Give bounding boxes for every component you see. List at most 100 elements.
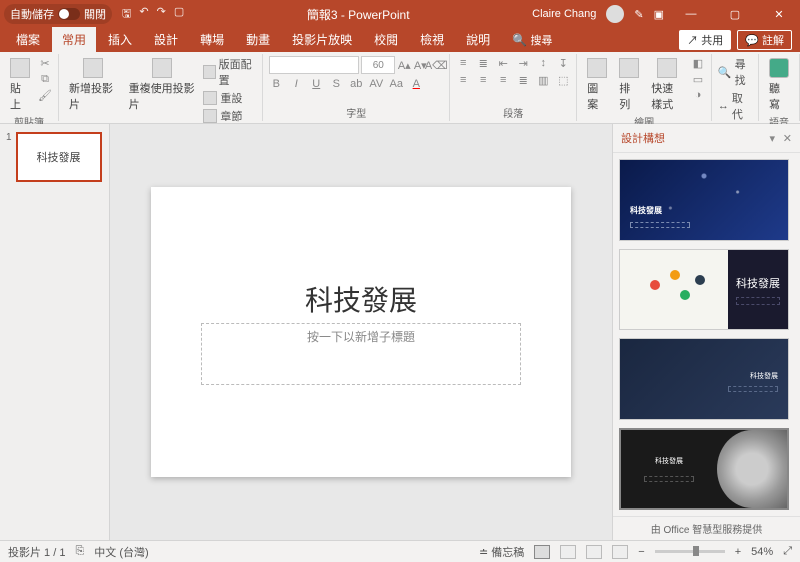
clear-format-icon[interactable]: A⌫ xyxy=(429,58,443,72)
columns-icon[interactable]: ▥ xyxy=(536,73,550,87)
fit-window-icon[interactable]: ⤢ xyxy=(783,545,792,558)
slide-thumbnail[interactable]: 科技發展 xyxy=(16,132,102,182)
autosave-toggle[interactable]: 自動儲存 關閉 xyxy=(4,4,112,24)
design-idea-card[interactable]: 科技發展 xyxy=(619,249,789,331)
reuse-slide-button[interactable]: 重複使用投影片 xyxy=(125,56,200,114)
slide[interactable]: 科技發展 按一下以新增子標題 xyxy=(151,187,571,477)
zoom-out-icon[interactable]: − xyxy=(638,546,644,558)
line-spacing-icon[interactable]: ↕ xyxy=(536,56,550,70)
bullets-icon[interactable]: ≡ xyxy=(456,56,470,70)
reading-view-icon[interactable] xyxy=(586,545,602,559)
shapes-button[interactable]: 圖案 xyxy=(583,56,611,114)
font-size-select[interactable] xyxy=(361,56,395,74)
group-font: A▴ A▾ A⌫ B I U S ab AV Aa A 字型 xyxy=(263,54,450,121)
numbering-icon[interactable]: ≣ xyxy=(476,56,490,70)
share-button[interactable]: ↗ 共用 xyxy=(679,30,731,50)
quickstyle-button[interactable]: 快速樣式 xyxy=(647,56,687,114)
copy-icon[interactable]: ⧉ xyxy=(38,72,52,86)
notes-button[interactable]: ≐ 備忘稿 xyxy=(479,544,524,560)
slideshow-view-icon[interactable] xyxy=(612,545,628,559)
tab-design[interactable]: 設計 xyxy=(144,27,188,52)
font-color-icon[interactable]: A xyxy=(409,77,423,91)
tab-insert[interactable]: 插入 xyxy=(98,27,142,52)
zoom-in-icon[interactable]: + xyxy=(735,546,741,558)
reuse-slide-icon xyxy=(152,58,172,78)
highlight-icon[interactable]: Aa xyxy=(389,77,403,91)
align-right-icon[interactable]: ≡ xyxy=(496,73,510,87)
spacing-icon[interactable]: AV xyxy=(369,77,383,91)
bold-icon[interactable]: B xyxy=(269,77,283,91)
sorter-view-icon[interactable] xyxy=(560,545,576,559)
autosave-state: 關閉 xyxy=(84,6,106,22)
indent-increase-icon[interactable]: ⇥ xyxy=(516,56,530,70)
avatar[interactable] xyxy=(606,5,624,23)
coming-soon-icon[interactable]: ✎ xyxy=(634,8,643,21)
maximize-icon[interactable]: ▢ xyxy=(718,8,752,21)
underline-icon[interactable]: U xyxy=(309,77,323,91)
arrange-button[interactable]: 排列 xyxy=(615,56,643,114)
minimize-icon[interactable]: — xyxy=(674,8,708,20)
save-icon[interactable]: 🖫 xyxy=(122,5,131,24)
paste-button[interactable]: 貼上 xyxy=(6,56,34,114)
user-name[interactable]: Claire Chang xyxy=(532,8,596,20)
replace-button[interactable]: ↔取代 xyxy=(718,90,752,122)
design-ideas-list[interactable]: 科技發展 科技發展 科技發展 科技發展 xyxy=(613,153,800,516)
reset-icon xyxy=(203,91,217,105)
shape-fill-icon[interactable]: ◧ xyxy=(691,56,705,70)
group-voice: 聽寫 語音 xyxy=(759,54,800,121)
tab-animations[interactable]: 動畫 xyxy=(236,27,280,52)
increase-font-icon[interactable]: A▴ xyxy=(397,58,411,72)
reset-button[interactable]: 重設 xyxy=(203,90,256,106)
align-left-icon[interactable]: ≡ xyxy=(456,73,470,87)
font-family-select[interactable] xyxy=(269,56,359,74)
accessibility-icon[interactable]: ⎘ xyxy=(75,545,84,558)
tab-slideshow[interactable]: 投影片放映 xyxy=(282,27,362,52)
layout-button[interactable]: 版面配置 xyxy=(203,56,256,88)
zoom-level[interactable]: 54% xyxy=(751,546,773,558)
group-clipboard: 貼上 ✂ ⧉ 🖌 剪貼簿 xyxy=(0,54,59,121)
normal-view-icon[interactable] xyxy=(534,545,550,559)
new-slide-button[interactable]: 新增投影片 xyxy=(65,56,121,114)
chevron-down-icon[interactable]: ▾ xyxy=(769,132,775,145)
align-center-icon[interactable]: ≡ xyxy=(476,73,490,87)
ribbon-options-icon[interactable]: ▣ xyxy=(654,8,664,21)
shapes-icon xyxy=(587,58,607,78)
strike-icon[interactable]: S xyxy=(329,77,343,91)
indent-decrease-icon[interactable]: ⇤ xyxy=(496,56,510,70)
slide-count[interactable]: 投影片 1 / 1 xyxy=(8,544,65,560)
close-icon[interactable]: ✕ xyxy=(762,8,796,21)
section-button[interactable]: 章節 xyxy=(203,108,256,124)
tab-home[interactable]: 常用 xyxy=(52,27,96,52)
dictate-button[interactable]: 聽寫 xyxy=(765,56,793,114)
justify-icon[interactable]: ≣ xyxy=(516,73,530,87)
slide-title[interactable]: 科技發展 xyxy=(305,279,417,319)
format-painter-icon[interactable]: 🖌 xyxy=(38,88,52,102)
close-pane-icon[interactable]: ✕ xyxy=(783,132,792,145)
find-button[interactable]: 🔍尋找 xyxy=(718,56,752,88)
tab-view[interactable]: 檢視 xyxy=(410,27,454,52)
shape-effects-icon[interactable]: ◑ xyxy=(691,88,705,102)
start-slideshow-icon[interactable]: ▢ xyxy=(174,5,184,24)
tab-help[interactable]: 說明 xyxy=(456,27,500,52)
comments-button[interactable]: 💬 註解 xyxy=(737,30,792,50)
cut-icon[interactable]: ✂ xyxy=(38,56,52,70)
tab-file[interactable]: 檔案 xyxy=(6,27,50,52)
language-status[interactable]: 中文 (台灣) xyxy=(94,544,148,560)
search-box[interactable]: 🔍 搜尋 xyxy=(502,28,562,52)
shape-outline-icon[interactable]: ▭ xyxy=(691,72,705,86)
redo-icon[interactable]: ↷ xyxy=(157,5,166,24)
italic-icon[interactable]: I xyxy=(289,77,303,91)
tab-transitions[interactable]: 轉場 xyxy=(190,27,234,52)
design-idea-card[interactable]: 科技發展 xyxy=(619,428,789,510)
zoom-slider[interactable] xyxy=(655,550,725,553)
undo-icon[interactable]: ↶ xyxy=(139,5,148,24)
design-idea-card[interactable]: 科技發展 xyxy=(619,338,789,420)
smartart-icon[interactable]: ⬚ xyxy=(556,73,570,87)
shadow-icon[interactable]: ab xyxy=(349,77,363,91)
slide-canvas[interactable]: 科技發展 按一下以新增子標題 xyxy=(110,124,612,540)
design-idea-card[interactable]: 科技發展 xyxy=(619,159,789,241)
autosave-label: 自動儲存 xyxy=(10,6,54,22)
text-direction-icon[interactable]: ↧ xyxy=(556,56,570,70)
slide-subtitle-placeholder[interactable]: 按一下以新增子標題 xyxy=(201,323,521,385)
tab-review[interactable]: 校閱 xyxy=(364,27,408,52)
